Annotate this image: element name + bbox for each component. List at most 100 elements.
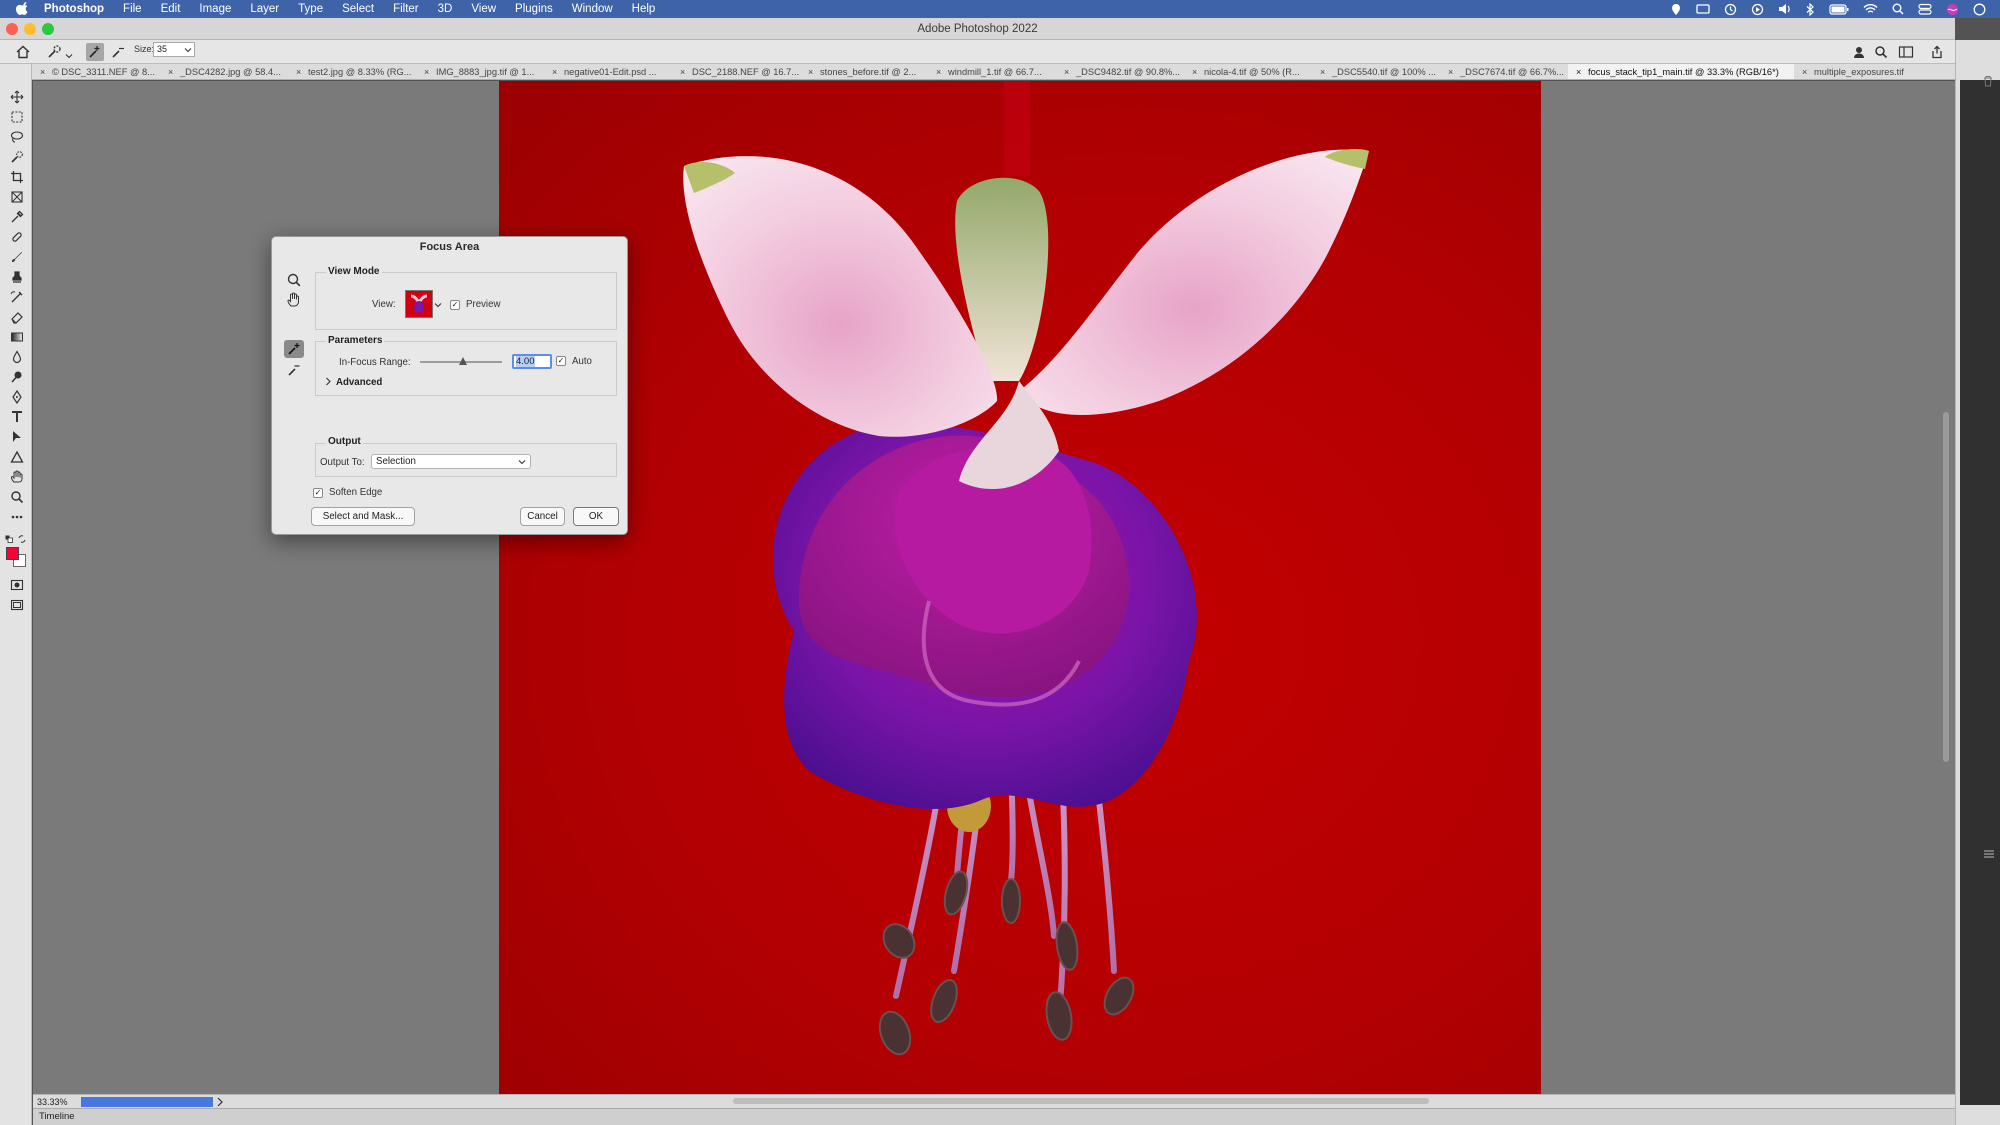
- document-tab[interactable]: × _DSC7674.tif @ 66.7%...: [1440, 64, 1568, 79]
- share-icon[interactable]: [1930, 44, 1944, 60]
- lasso-tool-icon[interactable]: [10, 130, 24, 144]
- screen-mode-icon[interactable]: [10, 598, 24, 612]
- horizontal-scrollbar[interactable]: [733, 1098, 1429, 1104]
- focus-area-add-tool-button[interactable]: [284, 340, 304, 358]
- ok-button[interactable]: OK: [573, 507, 619, 526]
- menu-image[interactable]: Image: [199, 3, 231, 15]
- hand-tool-icon[interactable]: [10, 470, 24, 484]
- document-tab[interactable]: × test2.jpg @ 8.33% (RG...: [288, 64, 416, 79]
- foreground-color-swatch[interactable]: [6, 547, 19, 560]
- quick-mask-icon[interactable]: [10, 578, 24, 592]
- clone-stamp-tool-icon[interactable]: [10, 270, 24, 284]
- brush-minus-icon[interactable]: [110, 44, 126, 60]
- search-icon[interactable]: [1874, 44, 1888, 60]
- canvas-area[interactable]: [33, 81, 1955, 1094]
- menu-select[interactable]: Select: [342, 3, 374, 15]
- crop-tool-icon[interactable]: [10, 170, 24, 184]
- dodge-tool-icon[interactable]: [10, 370, 24, 384]
- chevron-right-icon[interactable]: [325, 377, 332, 386]
- menu-type[interactable]: Type: [298, 3, 323, 15]
- chevron-right-icon[interactable]: [216, 1097, 224, 1107]
- trash-icon[interactable]: [1982, 75, 1994, 87]
- more-tools-icon[interactable]: [10, 510, 24, 524]
- document-tab-active[interactable]: × focus_stack_tip1_main.tif @ 33.3% (RGB/…: [1568, 64, 1794, 79]
- zoom-window-button[interactable]: [42, 23, 54, 35]
- siri-icon[interactable]: [1946, 3, 1959, 16]
- screen-icon[interactable]: [1696, 3, 1710, 15]
- timeline-panel[interactable]: Timeline: [33, 1108, 1955, 1125]
- blur-tool-icon[interactable]: [10, 350, 24, 364]
- bluetooth-icon[interactable]: [1806, 2, 1815, 16]
- apple-icon[interactable]: [16, 2, 30, 16]
- in-focus-range-slider-thumb[interactable]: [458, 357, 467, 365]
- menu-edit[interactable]: Edit: [161, 3, 181, 15]
- soften-edge-checkbox[interactable]: ✓: [313, 488, 323, 498]
- control-center-icon[interactable]: [1918, 3, 1932, 15]
- location-icon[interactable]: [1670, 3, 1682, 16]
- wifi-icon[interactable]: [1863, 3, 1878, 15]
- workspace-icon[interactable]: [1898, 44, 1914, 60]
- notification-icon[interactable]: [1973, 3, 1986, 16]
- menu-help[interactable]: Help: [632, 3, 656, 15]
- pen-tool-icon[interactable]: [10, 390, 24, 404]
- close-icon[interactable]: ×: [296, 64, 301, 79]
- eraser-tool-icon[interactable]: [10, 310, 24, 324]
- close-icon[interactable]: ×: [1192, 64, 1197, 79]
- time-machine-icon[interactable]: [1724, 3, 1737, 16]
- zoom-tool-icon[interactable]: [284, 271, 304, 289]
- brush-minus-icon[interactable]: [284, 361, 304, 379]
- close-icon[interactable]: ×: [1802, 64, 1807, 79]
- vertical-scrollbar[interactable]: [1943, 412, 1949, 762]
- menu-3d[interactable]: 3D: [438, 3, 453, 15]
- shape-tool-icon[interactable]: [10, 450, 24, 464]
- close-window-button[interactable]: [6, 23, 18, 35]
- zoom-level[interactable]: 33.33%: [37, 1096, 77, 1108]
- document-tab[interactable]: × _DSC9482.tif @ 90.8%...: [1056, 64, 1184, 79]
- document-tab[interactable]: × multiple_exposures.tif: [1794, 64, 1934, 79]
- close-icon[interactable]: ×: [1320, 64, 1325, 79]
- preview-checkbox[interactable]: ✓: [450, 300, 460, 310]
- quick-selection-tool-preset-icon[interactable]: [46, 44, 62, 60]
- document-tab[interactable]: × windmill_1.tif @ 66.7...: [928, 64, 1056, 79]
- move-tool-icon[interactable]: [10, 90, 24, 104]
- document-image[interactable]: [499, 81, 1541, 1094]
- add-to-area-button[interactable]: [86, 43, 104, 61]
- chevron-down-icon[interactable]: [65, 48, 73, 64]
- type-tool-icon[interactable]: [10, 410, 24, 424]
- brush-tool-icon[interactable]: [10, 250, 24, 264]
- close-icon[interactable]: ×: [424, 64, 429, 79]
- marquee-tool-icon[interactable]: [10, 110, 24, 124]
- auto-checkbox[interactable]: ✓: [556, 356, 566, 366]
- menu-view[interactable]: View: [471, 3, 496, 15]
- quick-selection-tool-icon[interactable]: [10, 150, 24, 164]
- close-icon[interactable]: ×: [680, 64, 685, 79]
- spotlight-icon[interactable]: [1892, 3, 1904, 15]
- volume-icon[interactable]: [1778, 3, 1792, 15]
- hand-tool-icon[interactable]: [284, 291, 304, 309]
- healing-brush-tool-icon[interactable]: [10, 230, 24, 244]
- swap-colors-icon[interactable]: [18, 535, 26, 543]
- document-tab[interactable]: × DSC_2188.NEF @ 16.7...: [672, 64, 800, 79]
- document-tab[interactable]: × _DSC5540.tif @ 100% ...: [1312, 64, 1440, 79]
- document-tab[interactable]: × © DSC_3311.NEF @ 8...: [32, 64, 160, 79]
- close-icon[interactable]: ×: [1448, 64, 1453, 79]
- close-icon[interactable]: ×: [1064, 64, 1069, 79]
- battery-icon[interactable]: [1829, 3, 1849, 15]
- play-icon[interactable]: [1751, 3, 1764, 16]
- menu-window[interactable]: Window: [572, 3, 613, 15]
- path-selection-tool-icon[interactable]: [10, 430, 24, 444]
- menu-file[interactable]: File: [123, 3, 142, 15]
- document-tab[interactable]: × negative01-Edit.psd ...: [544, 64, 672, 79]
- menu-filter[interactable]: Filter: [393, 3, 419, 15]
- gradient-tool-icon[interactable]: [10, 330, 24, 344]
- frame-tool-icon[interactable]: [10, 190, 24, 204]
- in-focus-range-field[interactable]: 4.00: [512, 354, 552, 369]
- select-and-mask-button[interactable]: Select and Mask...: [311, 507, 415, 526]
- document-tab[interactable]: × IMG_8883_jpg.tif @ 1...: [416, 64, 544, 79]
- zoom-tool-icon[interactable]: [10, 490, 24, 504]
- cancel-button[interactable]: Cancel: [520, 507, 565, 526]
- document-tab[interactable]: × stones_before.tif @ 2...: [800, 64, 928, 79]
- minimize-window-button[interactable]: [24, 23, 36, 35]
- close-icon[interactable]: ×: [552, 64, 557, 79]
- chevron-down-icon[interactable]: [434, 301, 442, 309]
